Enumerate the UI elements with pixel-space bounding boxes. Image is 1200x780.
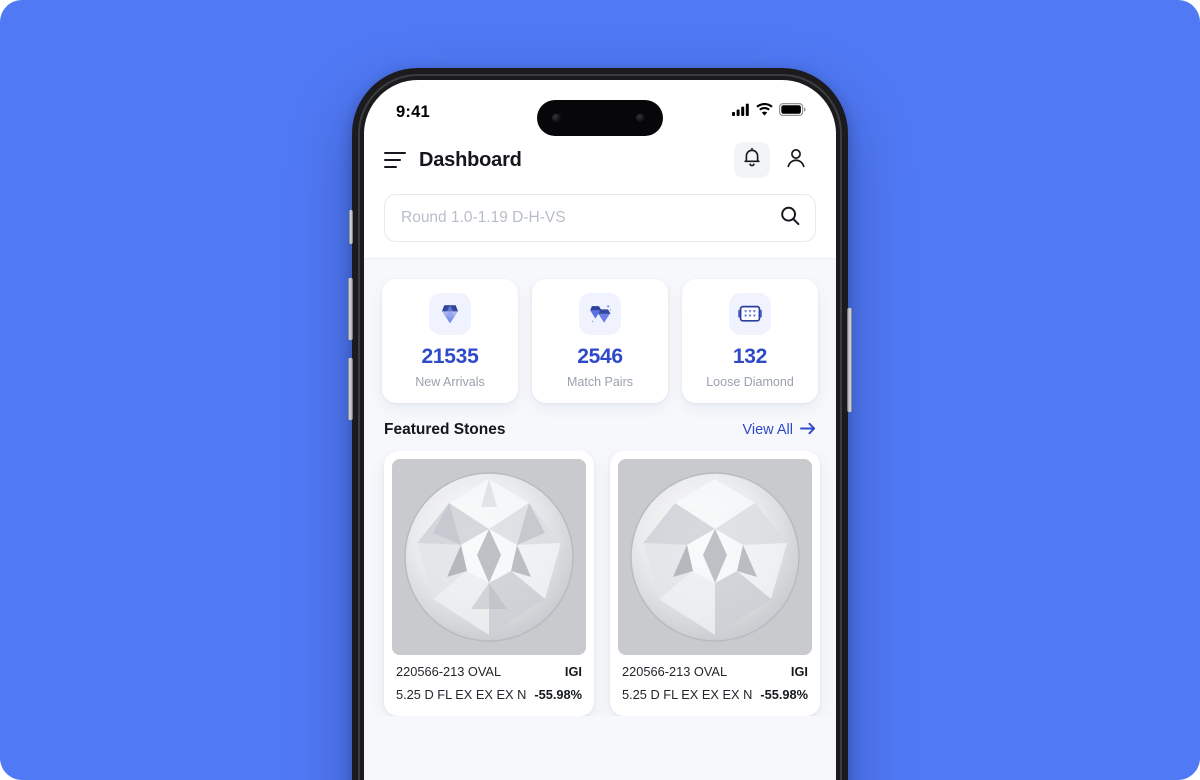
diamond-photo	[618, 459, 812, 655]
status-bar: 9:41	[364, 80, 836, 136]
page-title: Dashboard	[419, 148, 522, 171]
battery-full-icon	[779, 103, 806, 121]
phone-screen: 9:41 Dashboard Round 1.0-1.19 D-H-VS 215…	[364, 80, 836, 780]
diamond-photo	[392, 459, 586, 655]
diamond-pair-icon	[579, 293, 621, 335]
stat-label: Match Pairs	[567, 375, 633, 389]
stone-discount: -55.98%	[760, 687, 808, 702]
search-icon[interactable]	[779, 205, 801, 232]
search-bar[interactable]	[384, 194, 816, 242]
stone-lab-badge: IGI	[564, 664, 582, 679]
silent-switch-button[interactable]	[349, 210, 353, 244]
stone-spec-row: 5.25 D FL EX EX EX N -55.98%	[622, 687, 808, 702]
notifications-button[interactable]	[734, 142, 770, 178]
power-button[interactable]	[847, 308, 852, 412]
stat-label: Loose Diamond	[706, 375, 794, 389]
stone-stock-id: 220566-213 OVAL	[622, 664, 728, 679]
bell-icon	[742, 147, 762, 173]
stat-value: 2546	[577, 345, 623, 368]
stone-card[interactable]: 220566-213 OVAL IGI 5.25 D FL EX EX EX N…	[384, 451, 594, 716]
phone-device-frame: 9:41 Dashboard Round 1.0-1.19 D-H-VS 215…	[348, 68, 852, 780]
stat-card-match-pairs[interactable]: 2546 Match Pairs	[532, 279, 668, 403]
user-avatar-icon	[785, 147, 807, 174]
app-header-actions	[734, 142, 814, 178]
stat-card-new-arrivals[interactable]: 21535 New Arrivals	[382, 279, 518, 403]
stone-stock-id: 220566-213 OVAL	[396, 664, 502, 679]
featured-section-header: Featured Stones View All	[364, 419, 836, 451]
stat-value: 132	[732, 345, 768, 368]
search-section	[364, 188, 836, 258]
stone-card[interactable]: 220566-213 OVAL IGI 5.25 D FL EX EX EX N…	[610, 451, 820, 716]
stone-id-row: 220566-213 OVAL IGI	[396, 664, 582, 679]
stone-specs: 5.25 D FL EX EX EX N	[396, 687, 527, 702]
volume-down-button[interactable]	[348, 358, 353, 420]
profile-button[interactable]	[778, 142, 814, 178]
cellular-signal-icon	[732, 103, 750, 121]
background-canvas: 9:41 Dashboard Round 1.0-1.19 D-H-VS 215…	[0, 0, 1200, 780]
stone-discount: -55.98%	[534, 687, 582, 702]
diamond-icon	[429, 293, 471, 335]
wifi-icon	[756, 103, 773, 121]
arrow-right-icon	[800, 422, 816, 439]
dynamic-island	[537, 100, 663, 136]
featured-stones-carousel[interactable]: 220566-213 OVAL IGI 5.25 D FL EX EX EX N…	[364, 451, 836, 716]
volume-up-button[interactable]	[348, 278, 353, 340]
dashboard-content: 21535 New Arrivals 2546 Match Pairs 132 …	[364, 259, 836, 780]
stat-value: 21535	[421, 345, 479, 368]
stone-id-row: 220566-213 OVAL IGI	[622, 664, 808, 679]
stone-lab-badge: IGI	[790, 664, 808, 679]
diamond-tray-icon	[729, 293, 771, 335]
stone-specs: 5.25 D FL EX EX EX N	[622, 687, 753, 702]
status-bar-clock: 9:41	[396, 102, 430, 121]
stone-meta: 220566-213 OVAL IGI 5.25 D FL EX EX EX N…	[392, 655, 586, 710]
view-all-featured-button[interactable]: View All	[742, 422, 816, 439]
app-header: Dashboard	[364, 132, 836, 188]
stats-row: 21535 New Arrivals 2546 Match Pairs 132 …	[364, 259, 836, 419]
section-title: Featured Stones	[384, 421, 506, 438]
view-all-label: View All	[742, 422, 793, 438]
stat-label: New Arrivals	[415, 375, 485, 389]
stat-card-loose-diamond[interactable]: 132 Loose Diamond	[682, 279, 818, 403]
search-input[interactable]	[401, 209, 779, 227]
stone-meta: 220566-213 OVAL IGI 5.25 D FL EX EX EX N…	[618, 655, 812, 710]
hamburger-menu-icon[interactable]	[384, 152, 406, 168]
status-bar-icons	[732, 103, 806, 121]
stone-spec-row: 5.25 D FL EX EX EX N -55.98%	[396, 687, 582, 702]
